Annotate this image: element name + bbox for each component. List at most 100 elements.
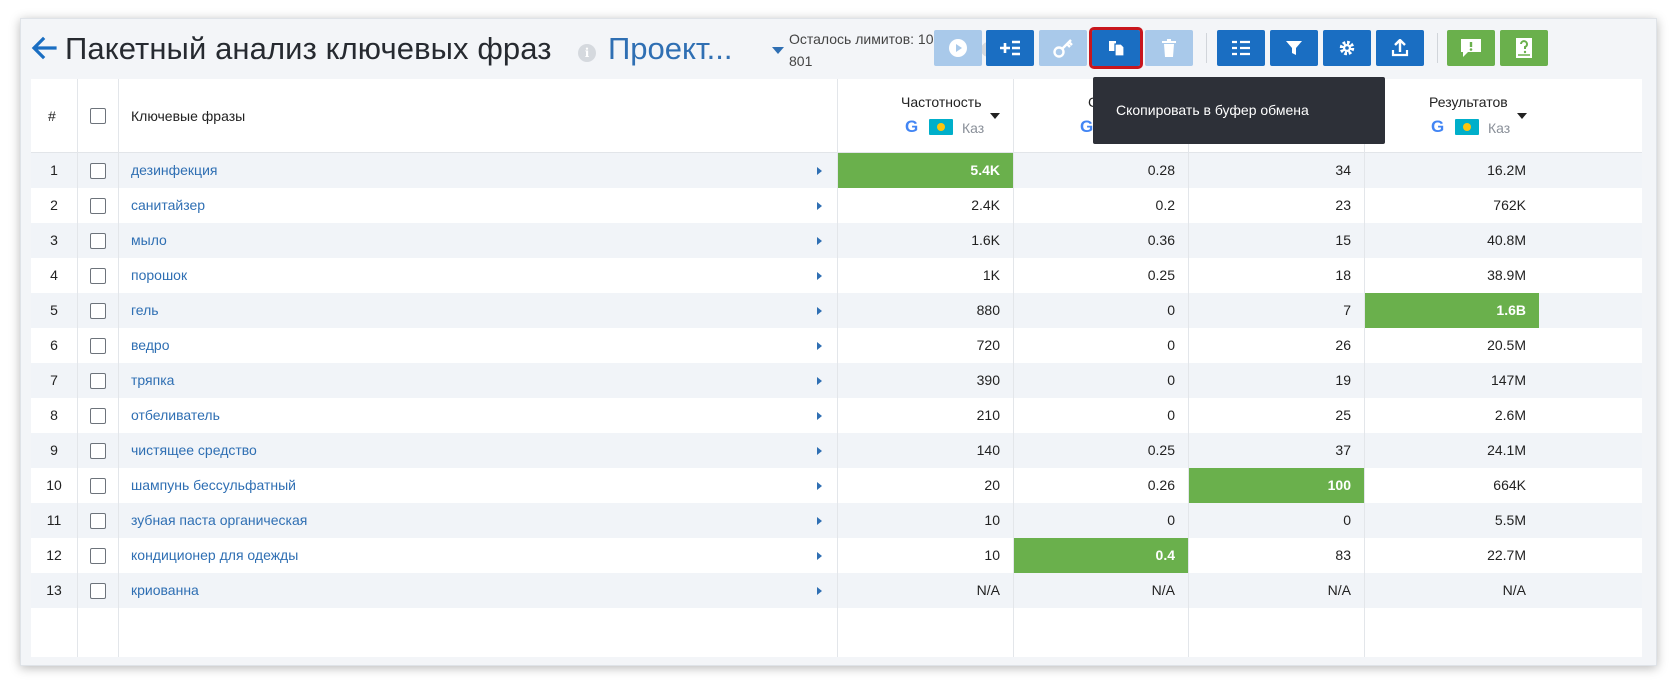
- c3-cell: 15: [1335, 232, 1351, 248]
- expand-arrow-icon[interactable]: [817, 412, 822, 420]
- c3-cell: N/A: [1327, 582, 1351, 598]
- expand-arrow-icon[interactable]: [817, 167, 822, 175]
- expand-arrow-icon[interactable]: [817, 517, 822, 525]
- google-icon: G: [1080, 117, 1094, 136]
- keyword-link[interactable]: отбеливатель: [131, 398, 220, 433]
- info-icon[interactable]: i: [578, 44, 596, 62]
- freq-cell: 880: [976, 302, 1000, 318]
- google-icon: G: [1431, 117, 1445, 136]
- export-button[interactable]: [1376, 30, 1424, 66]
- c3-cell: 7: [1343, 302, 1351, 318]
- keyword-link[interactable]: кондиционер для одежды: [131, 538, 298, 573]
- select-all-checkbox[interactable]: [90, 108, 106, 124]
- region-label: Каз: [962, 120, 985, 136]
- project-selector[interactable]: Проект...: [608, 31, 733, 67]
- help-button[interactable]: [1500, 30, 1548, 66]
- c3-cell: 25: [1335, 407, 1351, 423]
- c3-cell: 37: [1335, 442, 1351, 458]
- column-header-frequency[interactable]: Частотность: [901, 94, 982, 110]
- row-checkbox[interactable]: [90, 478, 106, 494]
- add-keywords-button[interactable]: [986, 30, 1034, 66]
- column-header-keywords[interactable]: Ключевые фразы: [131, 108, 245, 124]
- comp-cell: 0.28: [1147, 162, 1175, 178]
- row-checkbox[interactable]: [90, 408, 106, 424]
- keyword-link[interactable]: чистящее средство: [131, 433, 257, 468]
- kazakhstan-flag-icon: [1455, 119, 1479, 135]
- res-cell: 22.7M: [1487, 547, 1526, 563]
- comp-cell: 0: [1167, 512, 1175, 528]
- delete-button[interactable]: [1145, 30, 1193, 66]
- row-checkbox[interactable]: [90, 198, 106, 214]
- row-checkbox[interactable]: [90, 513, 106, 529]
- arrow-left-icon[interactable]: [31, 33, 57, 63]
- copy-to-clipboard-button[interactable]: [1089, 27, 1143, 69]
- expand-arrow-icon[interactable]: [817, 307, 822, 315]
- row-number: 9: [50, 442, 58, 458]
- c3-cell: 19: [1335, 372, 1351, 388]
- keyword-link[interactable]: криованна: [131, 573, 199, 608]
- keyword-link[interactable]: порошок: [131, 258, 187, 293]
- keyword-link[interactable]: мыло: [131, 223, 167, 258]
- keyword-link[interactable]: дезинфекция: [131, 153, 217, 188]
- key-button[interactable]: [1039, 30, 1087, 66]
- row-number: 4: [50, 267, 58, 283]
- expand-arrow-icon[interactable]: [817, 587, 822, 595]
- row-checkbox[interactable]: [90, 163, 106, 179]
- row-checkbox[interactable]: [90, 373, 106, 389]
- res-cell: 24.1M: [1487, 442, 1526, 458]
- row-checkbox[interactable]: [90, 583, 106, 599]
- column-header-results[interactable]: Результатов: [1429, 94, 1508, 110]
- expand-arrow-icon[interactable]: [817, 202, 822, 210]
- expand-arrow-icon[interactable]: [817, 237, 822, 245]
- row-checkbox[interactable]: [90, 268, 106, 284]
- column-divider: [1188, 79, 1189, 657]
- res-cell: 664K: [1493, 477, 1526, 493]
- res-cell: 20.5M: [1487, 337, 1526, 353]
- freq-cell: 1.6K: [971, 232, 1000, 248]
- feedback-button[interactable]: [1447, 30, 1495, 66]
- copy-icon: [1109, 41, 1125, 57]
- res-cell: N/A: [1502, 582, 1526, 598]
- row-checkbox[interactable]: [90, 303, 106, 319]
- row-checkbox[interactable]: [90, 443, 106, 459]
- row-checkbox[interactable]: [90, 233, 106, 249]
- key-icon: [1053, 39, 1073, 58]
- c3-cell: 100: [1189, 468, 1364, 503]
- row-checkbox[interactable]: [90, 338, 106, 354]
- res-cell: 147M: [1490, 372, 1526, 388]
- columns-button[interactable]: [1217, 30, 1265, 66]
- comp-cell: 0: [1167, 302, 1175, 318]
- expand-arrow-icon[interactable]: [817, 377, 822, 385]
- expand-arrow-icon[interactable]: [817, 342, 822, 350]
- settings-button[interactable]: [1323, 30, 1371, 66]
- keyword-link[interactable]: шампунь бессульфатный: [131, 468, 296, 503]
- keyword-link[interactable]: зубная паста органическая: [131, 503, 307, 538]
- column-divider: [1364, 79, 1365, 657]
- expand-arrow-icon[interactable]: [817, 447, 822, 455]
- freq-cell: 390: [976, 372, 1000, 388]
- filter-button[interactable]: [1270, 30, 1318, 66]
- keyword-link[interactable]: санитайзер: [131, 188, 205, 223]
- res-cell: 2.6M: [1494, 407, 1526, 423]
- row-number: 2: [50, 197, 58, 213]
- keyword-link[interactable]: гель: [131, 293, 159, 328]
- row-checkbox[interactable]: [90, 548, 106, 564]
- google-icon: G: [905, 117, 919, 136]
- keyword-link[interactable]: ведро: [131, 328, 170, 363]
- row-number: 8: [50, 407, 58, 423]
- res-cell: 40.8M: [1487, 232, 1526, 248]
- chat-alert-icon: [1461, 39, 1481, 57]
- play-button[interactable]: [934, 30, 982, 66]
- comp-cell: 0.25: [1147, 267, 1175, 283]
- res-cell: 1.6B: [1365, 293, 1539, 328]
- expand-arrow-icon[interactable]: [817, 482, 822, 490]
- sort-caret-icon[interactable]: [1517, 113, 1527, 119]
- row-number: 5: [50, 302, 58, 318]
- copy-tooltip: Скопировать в буфер обмена: [1093, 77, 1385, 144]
- add-list-icon: [1000, 40, 1020, 56]
- expand-arrow-icon[interactable]: [817, 552, 822, 560]
- keyword-link[interactable]: тряпка: [131, 363, 174, 398]
- expand-arrow-icon[interactable]: [817, 272, 822, 280]
- sort-caret-icon[interactable]: [990, 113, 1000, 119]
- chevron-down-icon[interactable]: [772, 47, 784, 54]
